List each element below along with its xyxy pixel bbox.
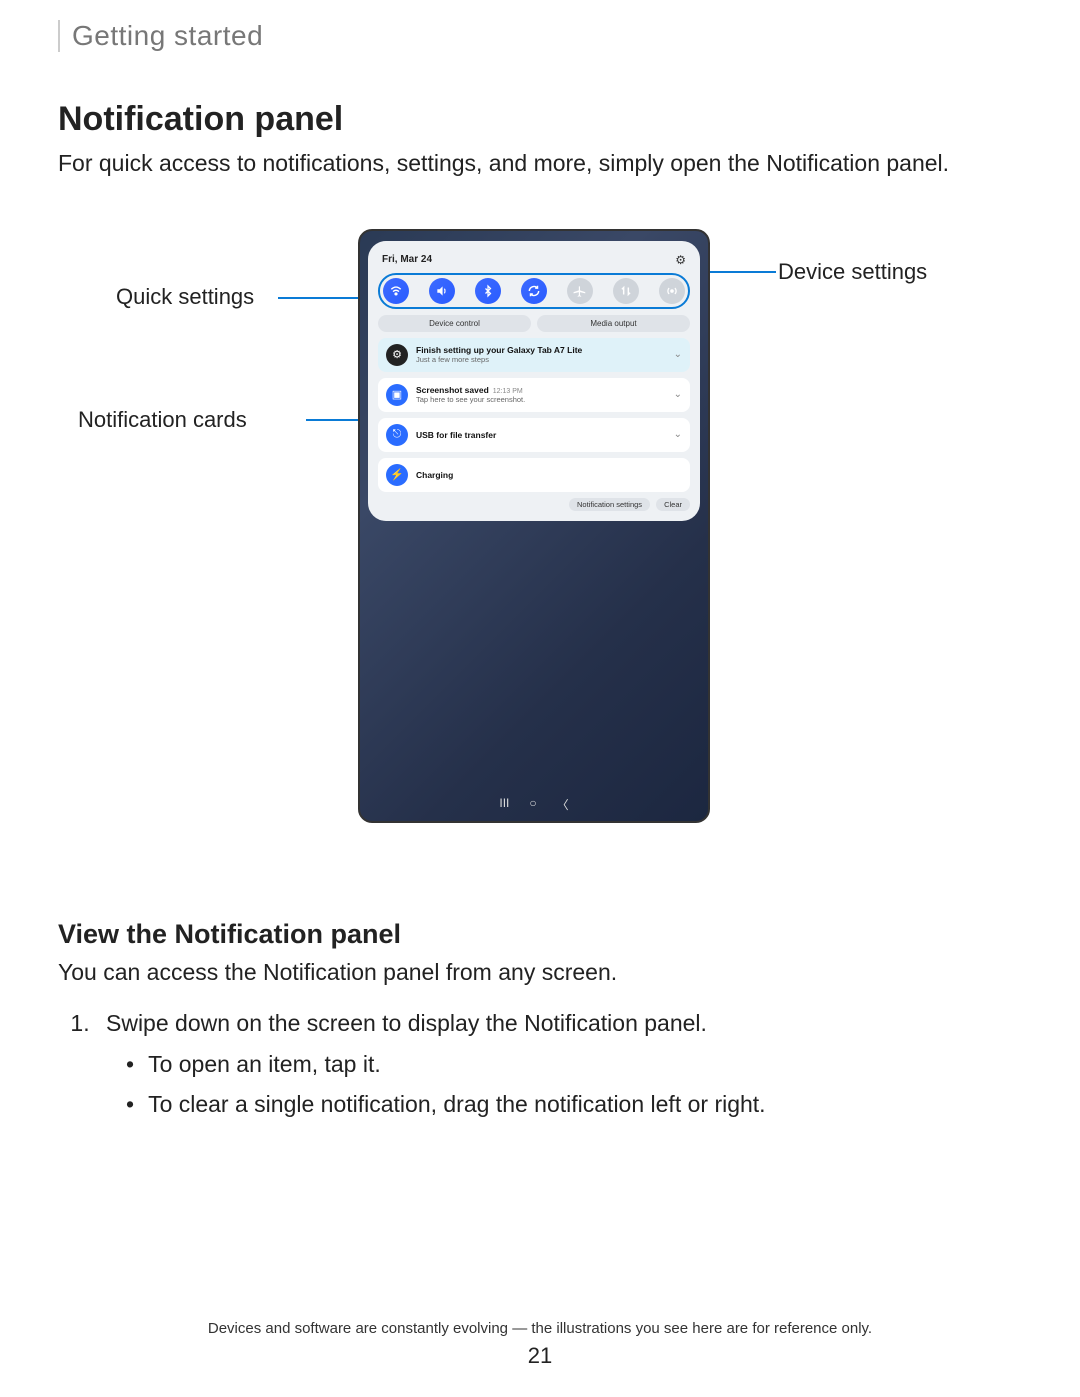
usb-icon: ⎋ bbox=[386, 424, 408, 446]
quick-settings-row bbox=[378, 273, 690, 309]
clear-button[interactable]: Clear bbox=[656, 498, 690, 511]
callout-device-settings: Device settings bbox=[778, 259, 927, 285]
notif-sub: Tap here to see your screenshot. bbox=[416, 395, 666, 404]
notification-card[interactable]: ⚡ Charging bbox=[378, 458, 690, 492]
intro-text: For quick access to notifications, setti… bbox=[58, 149, 1022, 179]
hotspot-icon[interactable] bbox=[659, 278, 685, 304]
sound-icon[interactable] bbox=[429, 278, 455, 304]
chevron-down-icon[interactable]: ⌄ bbox=[674, 349, 682, 360]
bullet-item: To open an item, tap it. bbox=[126, 1047, 1022, 1083]
notif-sub: Just a few more steps bbox=[416, 355, 666, 364]
wifi-icon[interactable] bbox=[383, 278, 409, 304]
panel-date: Fri, Mar 24 bbox=[382, 254, 432, 265]
callout-notification-cards: Notification cards bbox=[78, 407, 247, 433]
notification-panel: Fri, Mar 24 ⚙ bbox=[368, 241, 700, 521]
rotate-icon[interactable] bbox=[521, 278, 547, 304]
navbar: III ○ 〈 bbox=[360, 796, 708, 813]
notification-card[interactable]: ⎋ USB for file transfer ⌄ bbox=[378, 418, 690, 452]
data-icon[interactable] bbox=[613, 278, 639, 304]
recents-icon[interactable]: III bbox=[499, 796, 509, 813]
chevron-down-icon[interactable]: ⌄ bbox=[674, 429, 682, 440]
leader-line bbox=[278, 297, 368, 299]
notif-title: Charging bbox=[416, 470, 682, 480]
notification-card[interactable]: ⚙ Finish setting up your Galaxy Tab A7 L… bbox=[378, 338, 690, 372]
figure: Quick settings Notification cards Device… bbox=[58, 229, 1022, 909]
image-icon: ▣ bbox=[386, 384, 408, 406]
chevron-down-icon[interactable]: ⌄ bbox=[674, 389, 682, 400]
breadcrumb: Getting started bbox=[58, 20, 1022, 52]
section-title: Notification panel bbox=[58, 100, 1022, 139]
notif-title: Finish setting up your Galaxy Tab A7 Lit… bbox=[416, 345, 666, 355]
home-icon[interactable]: ○ bbox=[529, 796, 536, 813]
bolt-icon: ⚡ bbox=[386, 464, 408, 486]
device-screenshot: Fri, Mar 24 ⚙ bbox=[358, 229, 710, 823]
subsection-intro: You can access the Notification panel fr… bbox=[58, 958, 1022, 988]
footer-note: Devices and software are constantly evol… bbox=[0, 1320, 1080, 1337]
back-icon[interactable]: 〈 bbox=[557, 796, 569, 813]
step-item: Swipe down on the screen to display the … bbox=[96, 1006, 1022, 1123]
bullet-item: To clear a single notification, drag the… bbox=[126, 1087, 1022, 1123]
page-number: 21 bbox=[0, 1343, 1080, 1369]
gear-icon[interactable]: ⚙ bbox=[675, 253, 686, 267]
callout-quick-settings: Quick settings bbox=[116, 284, 254, 310]
gear-icon: ⚙ bbox=[386, 344, 408, 366]
device-control-button[interactable]: Device control bbox=[378, 315, 531, 332]
notification-card[interactable]: ▣ Screenshot saved12:13 PM Tap here to s… bbox=[378, 378, 690, 412]
airplane-icon[interactable] bbox=[567, 278, 593, 304]
steps-list: Swipe down on the screen to display the … bbox=[96, 1006, 1022, 1123]
bluetooth-icon[interactable] bbox=[475, 278, 501, 304]
notif-title: USB for file transfer bbox=[416, 430, 666, 440]
notification-settings-button[interactable]: Notification settings bbox=[569, 498, 650, 511]
media-output-button[interactable]: Media output bbox=[537, 315, 690, 332]
subsection-title: View the Notification panel bbox=[58, 919, 1022, 950]
notif-title: Screenshot saved12:13 PM bbox=[416, 385, 666, 395]
